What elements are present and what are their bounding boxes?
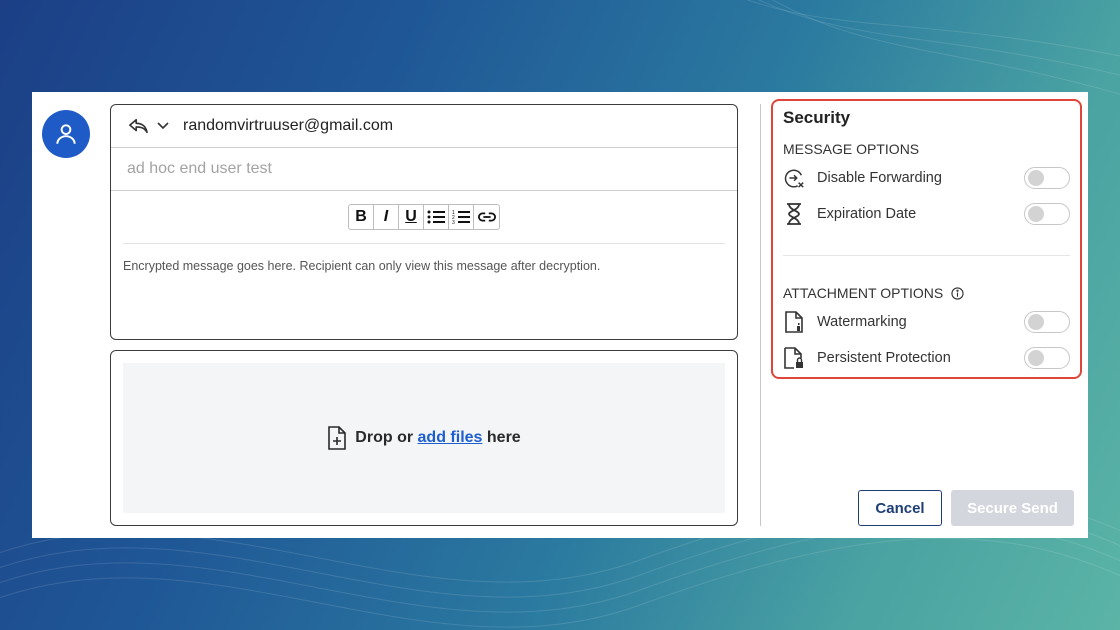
user-icon <box>56 124 76 144</box>
message-options-heading-text: MESSAGE OPTIONS <box>783 141 920 157</box>
reply-icon[interactable] <box>127 117 149 135</box>
message-editor: randomvirtruuser@gmail.com B I U 1 <box>110 104 738 340</box>
formatting-toolbar: B I U 1 2 3 <box>348 204 500 230</box>
message-options-heading: MESSAGE OPTIONS <box>783 141 919 157</box>
security-title: Security <box>783 108 851 127</box>
compose-window: randomvirtruuser@gmail.com B I U 1 <box>32 92 1088 538</box>
disable-forwarding-toggle[interactable] <box>1024 167 1070 189</box>
watermarking-label: Watermarking <box>817 314 907 330</box>
persistent-protection-label: Persistent Protection <box>817 350 951 366</box>
option-expiration-date: Expiration Date <box>783 201 1070 227</box>
expiration-date-label: Expiration Date <box>817 206 917 222</box>
recipient-email[interactable]: randomvirtruuser@gmail.com <box>183 117 393 135</box>
add-files-link[interactable]: add files <box>418 429 483 446</box>
option-persistent-protection: Persistent Protection <box>783 345 1070 371</box>
editor-divider <box>123 243 725 244</box>
watermarking-toggle[interactable] <box>1024 311 1070 333</box>
recipient-row: randomvirtruuser@gmail.com <box>111 105 737 148</box>
disable-forwarding-icon <box>783 167 805 189</box>
info-icon[interactable] <box>951 286 964 300</box>
security-panel: Security MESSAGE OPTIONS Disable Forward… <box>771 99 1082 379</box>
attachment-options-heading: ATTACHMENT OPTIONS <box>783 285 964 301</box>
watermark-file-icon <box>783 311 805 333</box>
disable-forwarding-label: Disable Forwarding <box>817 170 942 186</box>
italic-button[interactable]: I <box>374 205 399 229</box>
drop-suffix-text: here <box>486 429 521 446</box>
option-disable-forwarding: Disable Forwarding <box>783 165 1070 191</box>
cancel-button[interactable]: Cancel <box>858 490 942 526</box>
user-avatar[interactable] <box>42 110 90 158</box>
attachment-area: Drop or add files here <box>110 350 738 526</box>
hourglass-icon <box>783 203 805 225</box>
subject-input[interactable] <box>125 159 689 179</box>
svg-text:3: 3 <box>452 220 455 224</box>
link-icon <box>477 212 496 222</box>
option-watermarking: Watermarking <box>783 309 1070 335</box>
drop-prefix-text: Drop or <box>355 429 414 446</box>
numbered-list-icon: 1 2 3 <box>452 210 470 224</box>
numbered-list-button[interactable]: 1 2 3 <box>449 205 474 229</box>
bulleted-list-icon <box>427 210 445 224</box>
underline-button[interactable]: U <box>399 205 424 229</box>
section-divider <box>783 255 1070 256</box>
panel-divider <box>760 104 761 526</box>
bold-button[interactable]: B <box>349 205 374 229</box>
message-body[interactable]: Encrypted message goes here. Recipient c… <box>123 259 737 273</box>
secure-send-button[interactable]: Secure Send <box>951 490 1074 526</box>
locked-file-icon <box>783 347 805 369</box>
attachment-options-heading-text: ATTACHMENT OPTIONS <box>783 285 944 301</box>
chevron-down-icon[interactable] <box>157 122 169 130</box>
persistent-protection-toggle[interactable] <box>1024 347 1070 369</box>
file-dropzone[interactable]: Drop or add files here <box>123 363 725 513</box>
add-file-icon <box>328 426 347 450</box>
expiration-date-toggle[interactable] <box>1024 203 1070 225</box>
bulleted-list-button[interactable] <box>424 205 449 229</box>
subject-row <box>111 148 737 191</box>
link-button[interactable] <box>474 205 499 229</box>
